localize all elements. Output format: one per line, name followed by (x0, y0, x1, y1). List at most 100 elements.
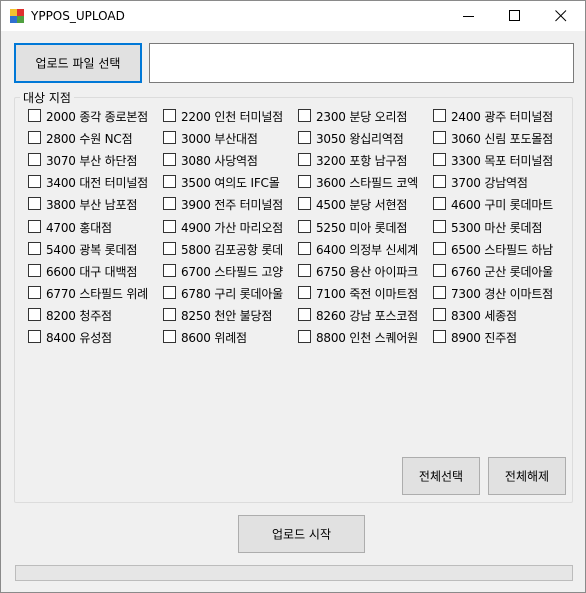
store-checkbox[interactable] (163, 219, 176, 233)
store-checkbox[interactable] (433, 307, 446, 321)
store-checkbox[interactable] (28, 241, 41, 255)
store-checkbox-item[interactable]: 2800 수원 NC점 (28, 128, 160, 148)
store-checkbox[interactable] (163, 131, 176, 145)
store-checkbox-item[interactable]: 3500 여의도 IFC몰 (163, 172, 295, 192)
store-checkbox[interactable] (163, 307, 176, 321)
store-checkbox-item[interactable]: 2400 광주 터미널점 (433, 106, 565, 126)
store-checkbox-item[interactable]: 7300 경산 이마트점 (433, 283, 565, 303)
store-checkbox-item[interactable]: 8400 유성점 (28, 327, 160, 347)
store-checkbox[interactable] (298, 219, 311, 233)
store-checkbox[interactable] (163, 109, 176, 122)
maximize-button[interactable] (492, 1, 538, 31)
store-checkbox-item[interactable]: 3600 스타필드 코엑 (298, 172, 430, 192)
store-checkbox[interactable] (298, 131, 311, 145)
store-checkbox[interactable] (298, 263, 311, 277)
store-checkbox-item[interactable]: 3900 전주 터미널점 (163, 194, 295, 214)
store-checkbox-item[interactable]: 8250 천안 불당점 (163, 305, 295, 325)
store-checkbox[interactable] (298, 175, 311, 189)
store-checkbox[interactable] (163, 263, 176, 277)
title-bar[interactable]: YPPOS_UPLOAD (1, 1, 585, 31)
store-checkbox[interactable] (28, 109, 41, 122)
store-checkbox[interactable] (433, 330, 446, 343)
select-all-button[interactable]: 전체선택 (402, 457, 480, 495)
store-checkbox[interactable] (298, 153, 311, 167)
store-checkbox-item[interactable]: 6400 의정부 신세계 (298, 239, 430, 259)
store-checkbox-item[interactable]: 3400 대전 터미널점 (28, 172, 160, 192)
store-checkbox-item[interactable]: 5400 광복 롯데점 (28, 239, 160, 259)
store-checkbox-item[interactable]: 8800 인천 스퀘어원 (298, 327, 430, 347)
store-checkbox[interactable] (433, 153, 446, 167)
store-checkbox[interactable] (28, 131, 41, 145)
store-checkbox[interactable] (433, 241, 446, 255)
store-checkbox[interactable] (28, 175, 41, 189)
store-checkbox[interactable] (298, 330, 311, 343)
store-checkbox-item[interactable]: 3700 강남역점 (433, 172, 565, 192)
store-checkbox[interactable] (163, 285, 176, 299)
store-checkbox-item[interactable]: 3050 왕십리역점 (298, 128, 430, 148)
store-checkbox[interactable] (298, 285, 311, 299)
store-checkbox-item[interactable]: 2300 분당 오리점 (298, 106, 430, 126)
store-checkbox-item[interactable]: 3060 신림 포도몰점 (433, 128, 565, 148)
store-checkbox-item[interactable]: 6600 대구 대백점 (28, 261, 160, 281)
store-checkbox[interactable] (163, 175, 176, 189)
store-checkbox-item[interactable]: 3200 포항 남구점 (298, 150, 430, 170)
store-checkbox[interactable] (28, 219, 41, 233)
store-checkbox-item[interactable]: 8600 위례점 (163, 327, 295, 347)
store-checkbox-item[interactable]: 3070 부산 하단점 (28, 150, 160, 170)
store-checkbox-item[interactable]: 4900 가산 마리오점 (163, 217, 295, 237)
deselect-all-button[interactable]: 전체해제 (488, 457, 566, 495)
store-checkbox-item[interactable]: 4600 구미 롯데마트 (433, 194, 565, 214)
store-checkbox[interactable] (28, 285, 41, 299)
store-checkbox-item[interactable]: 5800 김포공항 롯데 (163, 239, 295, 259)
store-checkbox-item[interactable]: 5250 미아 롯데점 (298, 217, 430, 237)
store-checkbox-item[interactable]: 2200 인천 터미널점 (163, 106, 295, 126)
store-checkbox[interactable] (433, 175, 446, 189)
file-path-field[interactable] (149, 43, 574, 83)
store-checkbox[interactable] (433, 285, 446, 299)
store-checkbox-item[interactable]: 8200 청주점 (28, 305, 160, 325)
store-checkbox-item[interactable]: 6770 스타필드 위례 (28, 283, 160, 303)
store-checkbox-item[interactable]: 3000 부산대점 (163, 128, 295, 148)
store-checkbox-label: 2000 종각 종로본점 (46, 110, 149, 124)
store-checkbox[interactable] (163, 241, 176, 255)
store-checkbox[interactable] (28, 263, 41, 277)
store-checkbox-item[interactable]: 4500 분당 서현점 (298, 194, 430, 214)
store-checkbox-item[interactable]: 3080 사당역점 (163, 150, 295, 170)
start-upload-button[interactable]: 업로드 시작 (238, 515, 365, 553)
minimize-button[interactable] (446, 1, 492, 31)
select-upload-file-button[interactable]: 업로드 파일 선택 (14, 43, 142, 83)
store-checkbox[interactable] (28, 153, 41, 167)
store-checkbox-item[interactable]: 6760 군산 롯데아울 (433, 261, 565, 281)
store-checkbox-item[interactable]: 6780 구리 롯데아울 (163, 283, 295, 303)
store-checkbox[interactable] (28, 307, 41, 321)
store-checkbox[interactable] (298, 241, 311, 255)
store-checkbox-item[interactable]: 6500 스타필드 하남 (433, 239, 565, 259)
store-checkbox-item[interactable]: 8900 진주점 (433, 327, 565, 347)
store-checkbox-item[interactable]: 6700 스타필드 고양 (163, 261, 295, 281)
store-checkbox-item[interactable]: 3800 부산 남포점 (28, 194, 160, 214)
store-checkbox-item[interactable]: 6750 용산 아이파크 (298, 261, 430, 281)
store-checkbox-item[interactable]: 2000 종각 종로본점 (28, 106, 160, 126)
store-checkbox-item[interactable]: 3300 목포 터미널점 (433, 150, 565, 170)
store-checkbox[interactable] (298, 197, 311, 211)
store-checkbox[interactable] (433, 131, 446, 145)
store-checkbox[interactable] (28, 197, 41, 211)
store-checkbox[interactable] (298, 307, 311, 321)
store-checkbox[interactable] (433, 219, 446, 233)
store-checkbox-label: 6700 스타필드 고양 (181, 264, 284, 279)
store-checkbox[interactable] (163, 330, 176, 343)
store-checkbox-item[interactable]: 4700 홍대점 (28, 217, 160, 237)
store-checkbox-item[interactable]: 7100 죽전 이마트점 (298, 283, 430, 303)
store-checkbox[interactable] (163, 197, 176, 211)
store-checkbox[interactable] (163, 153, 176, 167)
store-checkbox-item[interactable]: 5300 마산 롯데점 (433, 217, 565, 237)
close-button[interactable] (538, 1, 584, 31)
store-checkbox-item[interactable]: 8300 세종점 (433, 305, 565, 325)
store-checkbox[interactable] (28, 330, 41, 343)
store-checkbox[interactable] (298, 109, 311, 122)
store-checkbox[interactable] (433, 109, 446, 122)
store-checkbox[interactable] (433, 197, 446, 211)
store-checkbox-label: 3070 부산 하단점 (46, 154, 138, 169)
store-checkbox-item[interactable]: 8260 강남 포스코점 (298, 305, 430, 325)
store-checkbox[interactable] (433, 263, 446, 277)
